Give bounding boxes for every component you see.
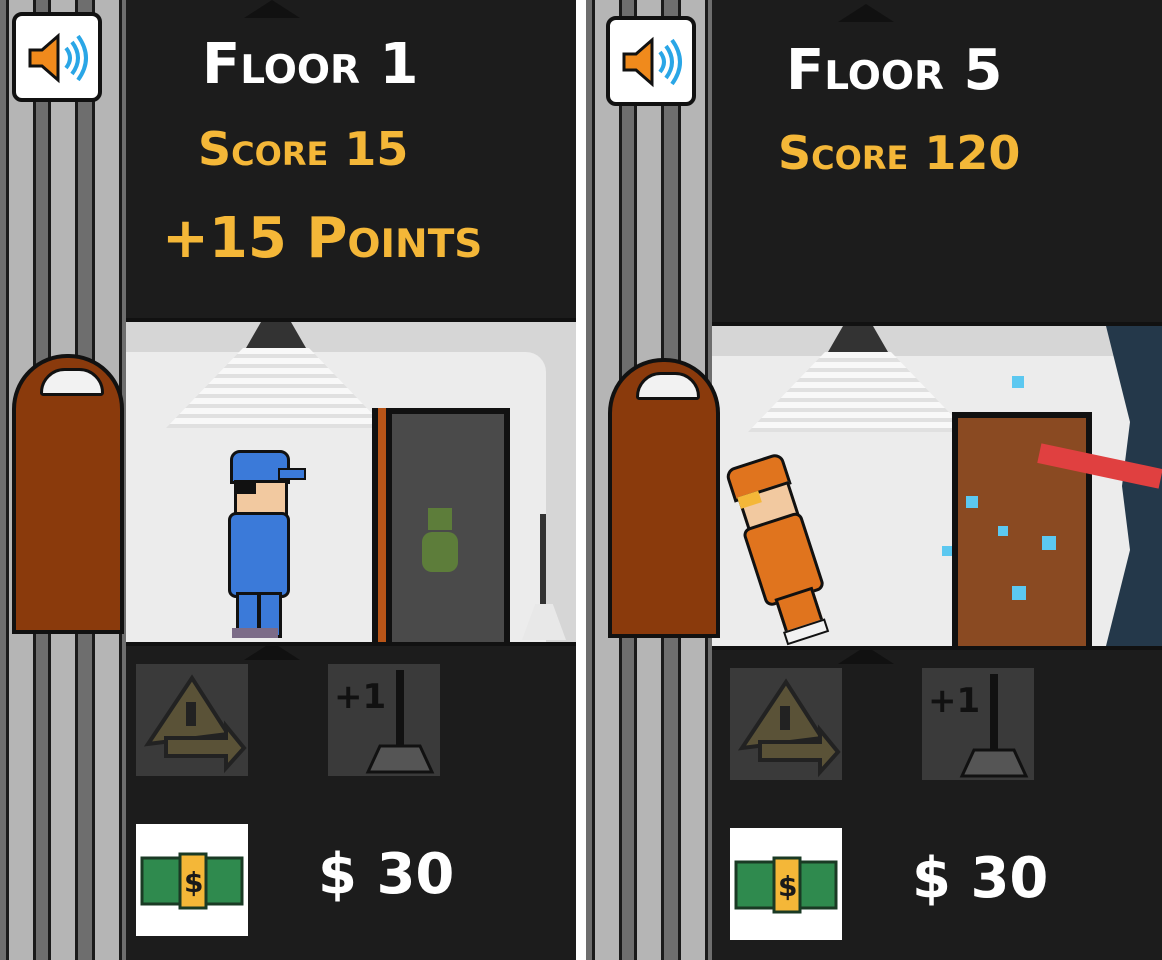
plus-one-mop-icon: +1 <box>928 674 1029 778</box>
svg-text:$: $ <box>778 870 797 903</box>
player-character <box>226 450 306 640</box>
floor-label: Floor 1 <box>202 32 419 97</box>
floor-room <box>126 318 576 646</box>
svg-text:$: $ <box>184 866 203 899</box>
score-label: Score 120 <box>778 126 1021 180</box>
floor-gauge <box>636 372 700 400</box>
sound-toggle-button[interactable] <box>606 16 696 106</box>
ghost-figure <box>422 508 458 578</box>
floor-label: Floor 5 <box>786 38 1003 103</box>
ceiling-lamp <box>828 326 888 352</box>
money-icon-box: $ <box>730 828 842 940</box>
speaker-icon <box>28 32 88 84</box>
plus-one-mop-icon: +1 <box>334 670 435 774</box>
ability-slot-warning[interactable] <box>730 668 842 780</box>
ability-slot-warning[interactable] <box>136 664 248 776</box>
money-icon-box: $ <box>136 824 248 936</box>
money-amount: $ 30 <box>318 842 455 907</box>
ability-slot-mop[interactable]: +1 <box>922 668 1034 780</box>
cash-icon: $ <box>734 856 838 914</box>
money-amount: $ 30 <box>912 846 1049 911</box>
room-door <box>372 408 510 642</box>
points-popup: +15 Points <box>162 206 483 271</box>
speaker-icon <box>622 36 682 88</box>
game-screen-left: Floor 1 Score 15 +15 Points +1 $ $ 30 <box>0 0 576 960</box>
svg-text:+1: +1 <box>928 681 980 721</box>
floor-room <box>712 322 1162 650</box>
sound-toggle-button[interactable] <box>12 12 102 102</box>
ability-slot-mop[interactable]: +1 <box>328 664 440 776</box>
floor-gauge <box>40 368 104 396</box>
score-label: Score 15 <box>198 122 409 176</box>
elevator-door <box>608 358 720 638</box>
room-door <box>952 412 1092 646</box>
elevator-door <box>12 354 124 634</box>
warning-sign-icon <box>737 678 841 778</box>
game-screen-right: Floor 5 Score 120 +1 $ $ 30 <box>586 0 1162 960</box>
cash-icon: $ <box>140 852 244 910</box>
panel-divider <box>576 0 586 960</box>
warning-sign-icon <box>143 674 247 774</box>
svg-text:+1: +1 <box>334 677 386 717</box>
ceiling-lamp <box>246 322 306 348</box>
mop-icon <box>540 514 546 614</box>
